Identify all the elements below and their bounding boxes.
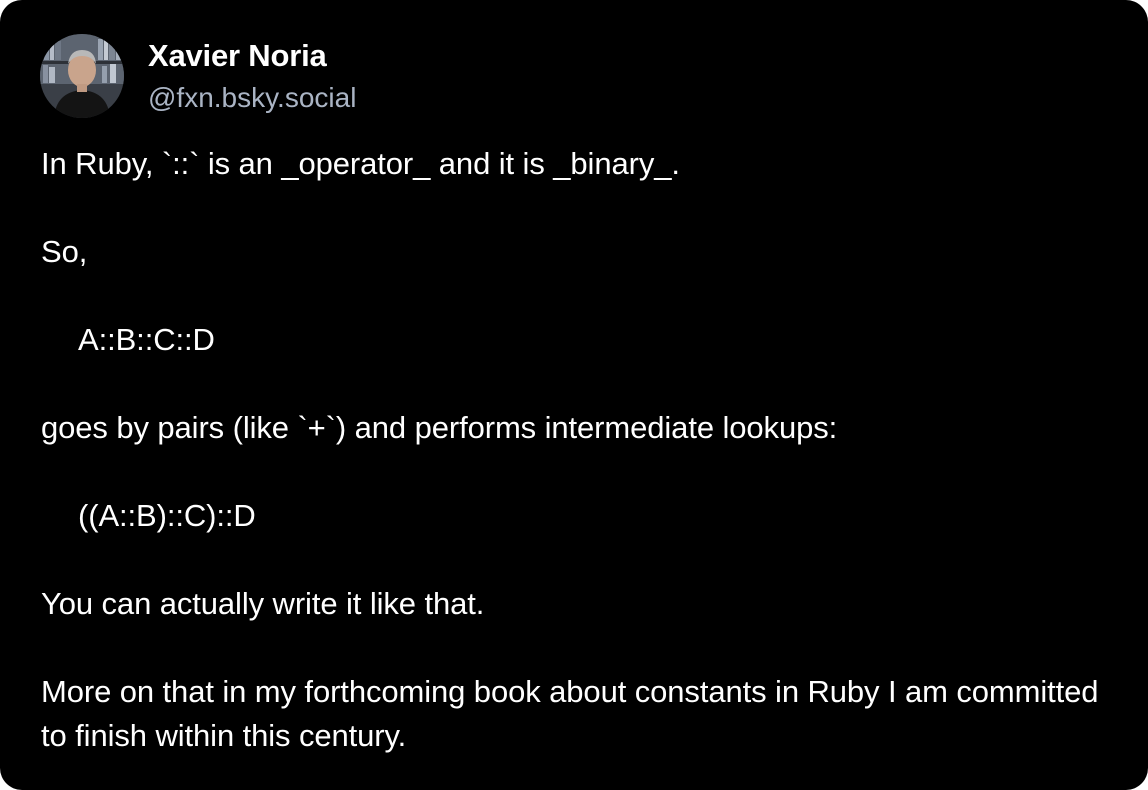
- post-card: Xavier Noria @fxn.bsky.social In Ruby, `…: [0, 0, 1148, 790]
- post-text: In Ruby, `::` is an _operator_ and it is…: [41, 142, 1111, 758]
- author-display-name[interactable]: Xavier Noria: [148, 36, 356, 76]
- post-code-line: ((A::B)::C)::D: [78, 498, 256, 533]
- post-paragraph: So,: [41, 234, 88, 269]
- avatar[interactable]: [40, 34, 124, 118]
- author-names: Xavier Noria @fxn.bsky.social: [148, 36, 356, 116]
- post-code-line: A::B::C::D: [78, 322, 215, 357]
- post-header: Xavier Noria @fxn.bsky.social: [40, 34, 356, 118]
- post-paragraph: You can actually write it like that.: [41, 586, 485, 621]
- post-paragraph: goes by pairs (like `+`) and performs in…: [41, 410, 838, 445]
- author-handle[interactable]: @fxn.bsky.social: [148, 80, 356, 116]
- post-paragraph: More on that in my forthcoming book abou…: [41, 674, 1107, 753]
- profile-photo-icon: [40, 34, 124, 118]
- post-paragraph: In Ruby, `::` is an _operator_ and it is…: [41, 146, 680, 181]
